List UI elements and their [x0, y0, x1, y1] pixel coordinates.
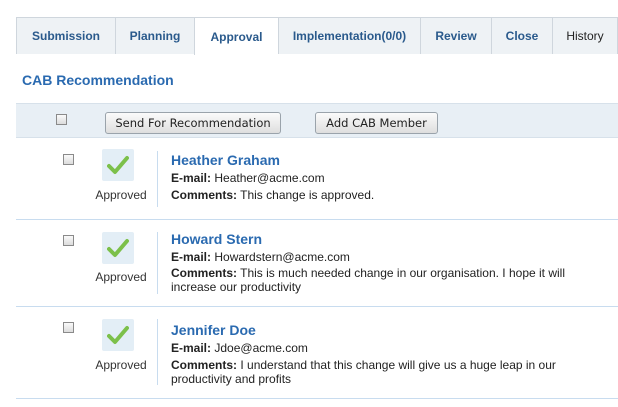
email-colon: :: [207, 171, 212, 185]
check-icon: [107, 326, 129, 344]
member-row: Approved Howard Stern E-mail: Howardster…: [16, 220, 618, 307]
member-checkbox[interactable]: [63, 322, 74, 333]
member-comments-line: Comments: This is much needed change in …: [171, 266, 591, 294]
email-label: E-mail: [171, 171, 208, 185]
member-name[interactable]: Heather Graham: [171, 152, 280, 168]
comments-colon: :: [233, 266, 238, 280]
email-label: E-mail: [171, 341, 208, 355]
tab-approval[interactable]: Approval: [194, 17, 278, 55]
status-label: Approved: [95, 358, 147, 372]
action-toolbar: Send For Recommendation Add CAB Member: [16, 103, 618, 138]
member-email-line: E-mail: Jdoe@acme.com: [171, 341, 308, 355]
comments-colon: :: [233, 358, 238, 372]
tab-close[interactable]: Close: [491, 17, 552, 54]
member-email-line: E-mail: Heather@acme.com: [171, 171, 325, 185]
member-email: Jdoe@acme.com: [214, 341, 308, 355]
member-checkbox[interactable]: [63, 154, 74, 165]
member-email: Heather@acme.com: [214, 171, 325, 185]
member-comments-line: Comments: This change is approved.: [171, 188, 591, 202]
divider: [157, 232, 158, 294]
member-row: Approved Jennifer Doe E-mail: Jdoe@acme.…: [16, 307, 618, 399]
send-for-recommendation-button[interactable]: Send For Recommendation: [105, 112, 281, 134]
tab-submission[interactable]: Submission: [16, 17, 115, 54]
member-comments: This change is approved.: [240, 188, 375, 202]
comments-label: Comments: [171, 188, 234, 202]
approved-badge: [102, 232, 134, 264]
email-colon: :: [207, 250, 212, 264]
add-cab-member-button[interactable]: Add CAB Member: [315, 112, 438, 134]
tab-implementation[interactable]: Implementation(0/0): [278, 17, 420, 54]
tab-planning[interactable]: Planning: [115, 17, 194, 54]
member-name[interactable]: Howard Stern: [171, 231, 262, 247]
member-email: Howardstern@acme.com: [214, 250, 350, 264]
member-name[interactable]: Jennifer Doe: [171, 322, 256, 338]
comments-label: Comments: [171, 266, 234, 280]
email-colon: :: [207, 341, 212, 355]
status-label: Approved: [95, 188, 147, 202]
section-title: CAB Recommendation: [22, 72, 174, 88]
member-row: Approved Heather Graham E-mail: Heather@…: [16, 139, 618, 220]
comments-label: Comments: [171, 358, 234, 372]
tab-history[interactable]: History: [552, 17, 618, 54]
member-comments-line: Comments: I understand that this change …: [171, 358, 591, 386]
divider: [157, 151, 158, 207]
approved-badge: [102, 319, 134, 351]
select-all-checkbox[interactable]: [56, 114, 67, 125]
status-label: Approved: [95, 270, 147, 284]
divider: [157, 319, 158, 385]
comments-colon: :: [233, 188, 238, 202]
tab-bar: Submission Planning Approval Implementat…: [16, 17, 618, 55]
check-icon: [107, 239, 129, 257]
member-checkbox[interactable]: [63, 235, 74, 246]
check-icon: [107, 156, 129, 174]
email-label: E-mail: [171, 250, 208, 264]
tab-review[interactable]: Review: [420, 17, 491, 54]
approved-badge: [102, 149, 134, 181]
member-email-line: E-mail: Howardstern@acme.com: [171, 250, 350, 264]
